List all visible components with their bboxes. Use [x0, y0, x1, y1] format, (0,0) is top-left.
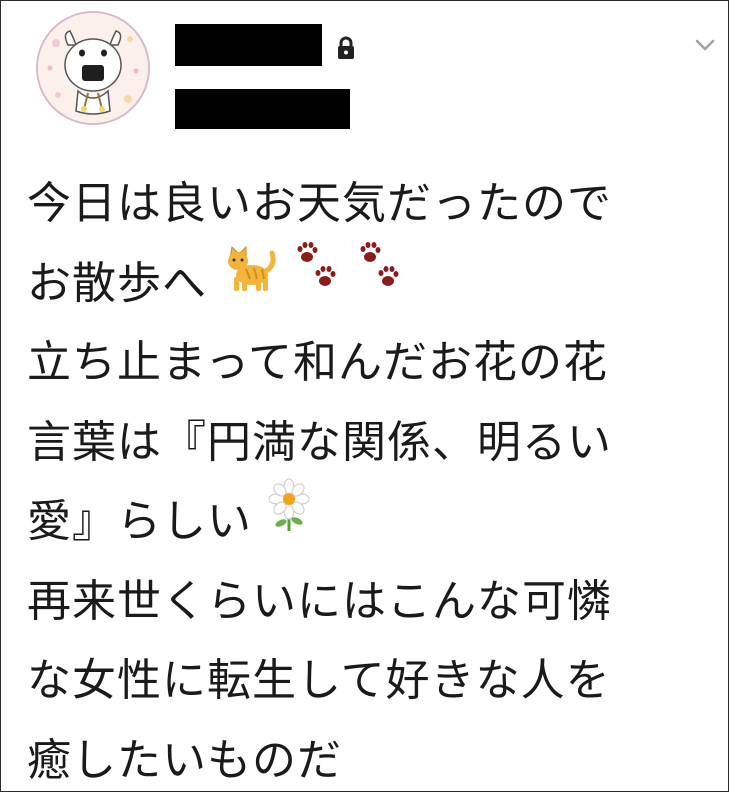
tweet-line: な女性に転生して好きな人を	[27, 641, 717, 721]
cow-onigiri-avatar-icon	[38, 13, 148, 123]
paw-prints-icon	[356, 239, 404, 321]
tweet-text: 今日は良いお天気だったので お散歩へ 立ち止まって和んだお花の花 言葉は『円満な…	[27, 164, 717, 792]
tweet-line-text: 今日は良いお天気だったので	[27, 178, 612, 229]
user-handle-redacted[interactable]	[175, 89, 350, 129]
tweet-line: 癒したいものだ	[27, 721, 717, 792]
display-name-redacted[interactable]	[175, 24, 322, 66]
tweet-header	[1, 1, 728, 151]
tweet-line-text: 言葉は『円満な関係、明るい	[27, 416, 612, 468]
tweet-line: 立ち止まって和んだお花の花	[27, 323, 717, 403]
chevron-down-icon[interactable]	[691, 35, 719, 55]
tweet-line: 言葉は『円満な関係、明るい	[27, 403, 717, 483]
tweet-line-text: 愛』らしい	[27, 496, 252, 547]
cat-emoji-icon	[222, 239, 278, 321]
tweet-line-text: お散歩へ	[27, 257, 207, 309]
tweet-card: 今日は良いお天気だったので お散歩へ 立ち止まって和んだお花の花 言葉は『円満な…	[0, 0, 729, 792]
tweet-line-text: 癒したいものだ	[27, 734, 342, 786]
tweet-line-text: 再来世くらいにはこんな可憐	[27, 575, 612, 627]
tweet-line-text: 立ち止まって和んだお花の花	[27, 337, 609, 388]
tweet-line-text: な女性に転生して好きな人を	[27, 655, 611, 706]
tweet-line: 今日は良いお天気だったので	[27, 164, 717, 244]
tweet-line: 愛』らしい	[27, 478, 717, 562]
tweet-line: お散歩へ	[27, 241, 717, 324]
tweet-line: 再来世くらいにはこんな可憐	[27, 562, 717, 642]
lock-icon	[332, 34, 360, 62]
daisy-flower-icon	[267, 477, 311, 559]
paw-prints-icon	[293, 239, 341, 321]
avatar[interactable]	[38, 13, 148, 123]
